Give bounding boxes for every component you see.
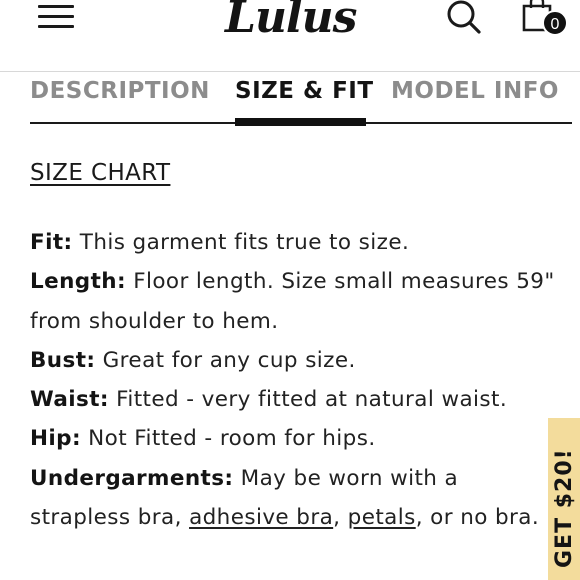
active-tab-indicator bbox=[235, 118, 366, 126]
fit-detail: Fit: This garment fits true to size. bbox=[30, 223, 560, 262]
detail-label: Hip: bbox=[30, 426, 81, 452]
cart-count-badge: 0 bbox=[542, 10, 568, 36]
detail-text: , or no bra. bbox=[415, 505, 540, 531]
tab-model-info[interactable]: MODEL INFO bbox=[391, 78, 559, 104]
detail-text: Great for any cup size. bbox=[95, 347, 356, 373]
brand-logo[interactable]: Lulus bbox=[225, 0, 375, 44]
promo-tab[interactable]: GET $20! bbox=[548, 418, 580, 580]
petals-link[interactable]: petals bbox=[348, 505, 416, 530]
undergarments-detail: Undergarments: May be worn with a strapl… bbox=[30, 459, 560, 538]
hamburger-menu-icon[interactable] bbox=[38, 3, 74, 31]
tab-description[interactable]: DESCRIPTION bbox=[30, 78, 210, 104]
menu-bar bbox=[38, 15, 74, 18]
detail-text: , bbox=[333, 505, 348, 531]
tab-size-and-fit[interactable]: SIZE & FIT bbox=[235, 78, 374, 104]
detail-text: Not Fitted - room for hips. bbox=[80, 426, 376, 452]
size-fit-details: Fit: This garment fits true to size. Len… bbox=[30, 223, 560, 537]
site-header: Lulus 0 bbox=[0, 0, 580, 72]
detail-text: This garment fits true to size. bbox=[72, 230, 410, 255]
shopping-bag-button[interactable]: 0 bbox=[520, 0, 570, 40]
product-info-tabs: DESCRIPTION SIZE & FIT MODEL INFO bbox=[30, 74, 572, 128]
logo-text: Lulus bbox=[225, 0, 357, 43]
detail-label: Bust: bbox=[30, 347, 96, 373]
detail-label: Fit: bbox=[30, 230, 73, 255]
search-icon[interactable] bbox=[444, 0, 484, 38]
promo-label: GET $20! bbox=[552, 448, 577, 568]
size-chart-link[interactable]: SIZE CHART bbox=[30, 160, 170, 186]
bust-detail: Bust: Great for any cup size. bbox=[30, 341, 560, 380]
menu-bar bbox=[38, 25, 74, 28]
detail-label: Length: bbox=[30, 269, 126, 295]
detail-text: Fitted - very fitted at natural waist. bbox=[108, 387, 508, 413]
waist-detail: Waist: Fitted - very fitted at natural w… bbox=[30, 380, 560, 419]
hip-detail: Hip: Not Fitted - room for hips. bbox=[30, 419, 560, 458]
length-detail: Length: Floor length. Size small measure… bbox=[30, 262, 560, 341]
adhesive-bra-link[interactable]: adhesive bra bbox=[189, 505, 333, 530]
detail-label: Undergarments: bbox=[30, 465, 234, 491]
menu-bar bbox=[38, 5, 74, 8]
detail-label: Waist: bbox=[30, 387, 109, 413]
